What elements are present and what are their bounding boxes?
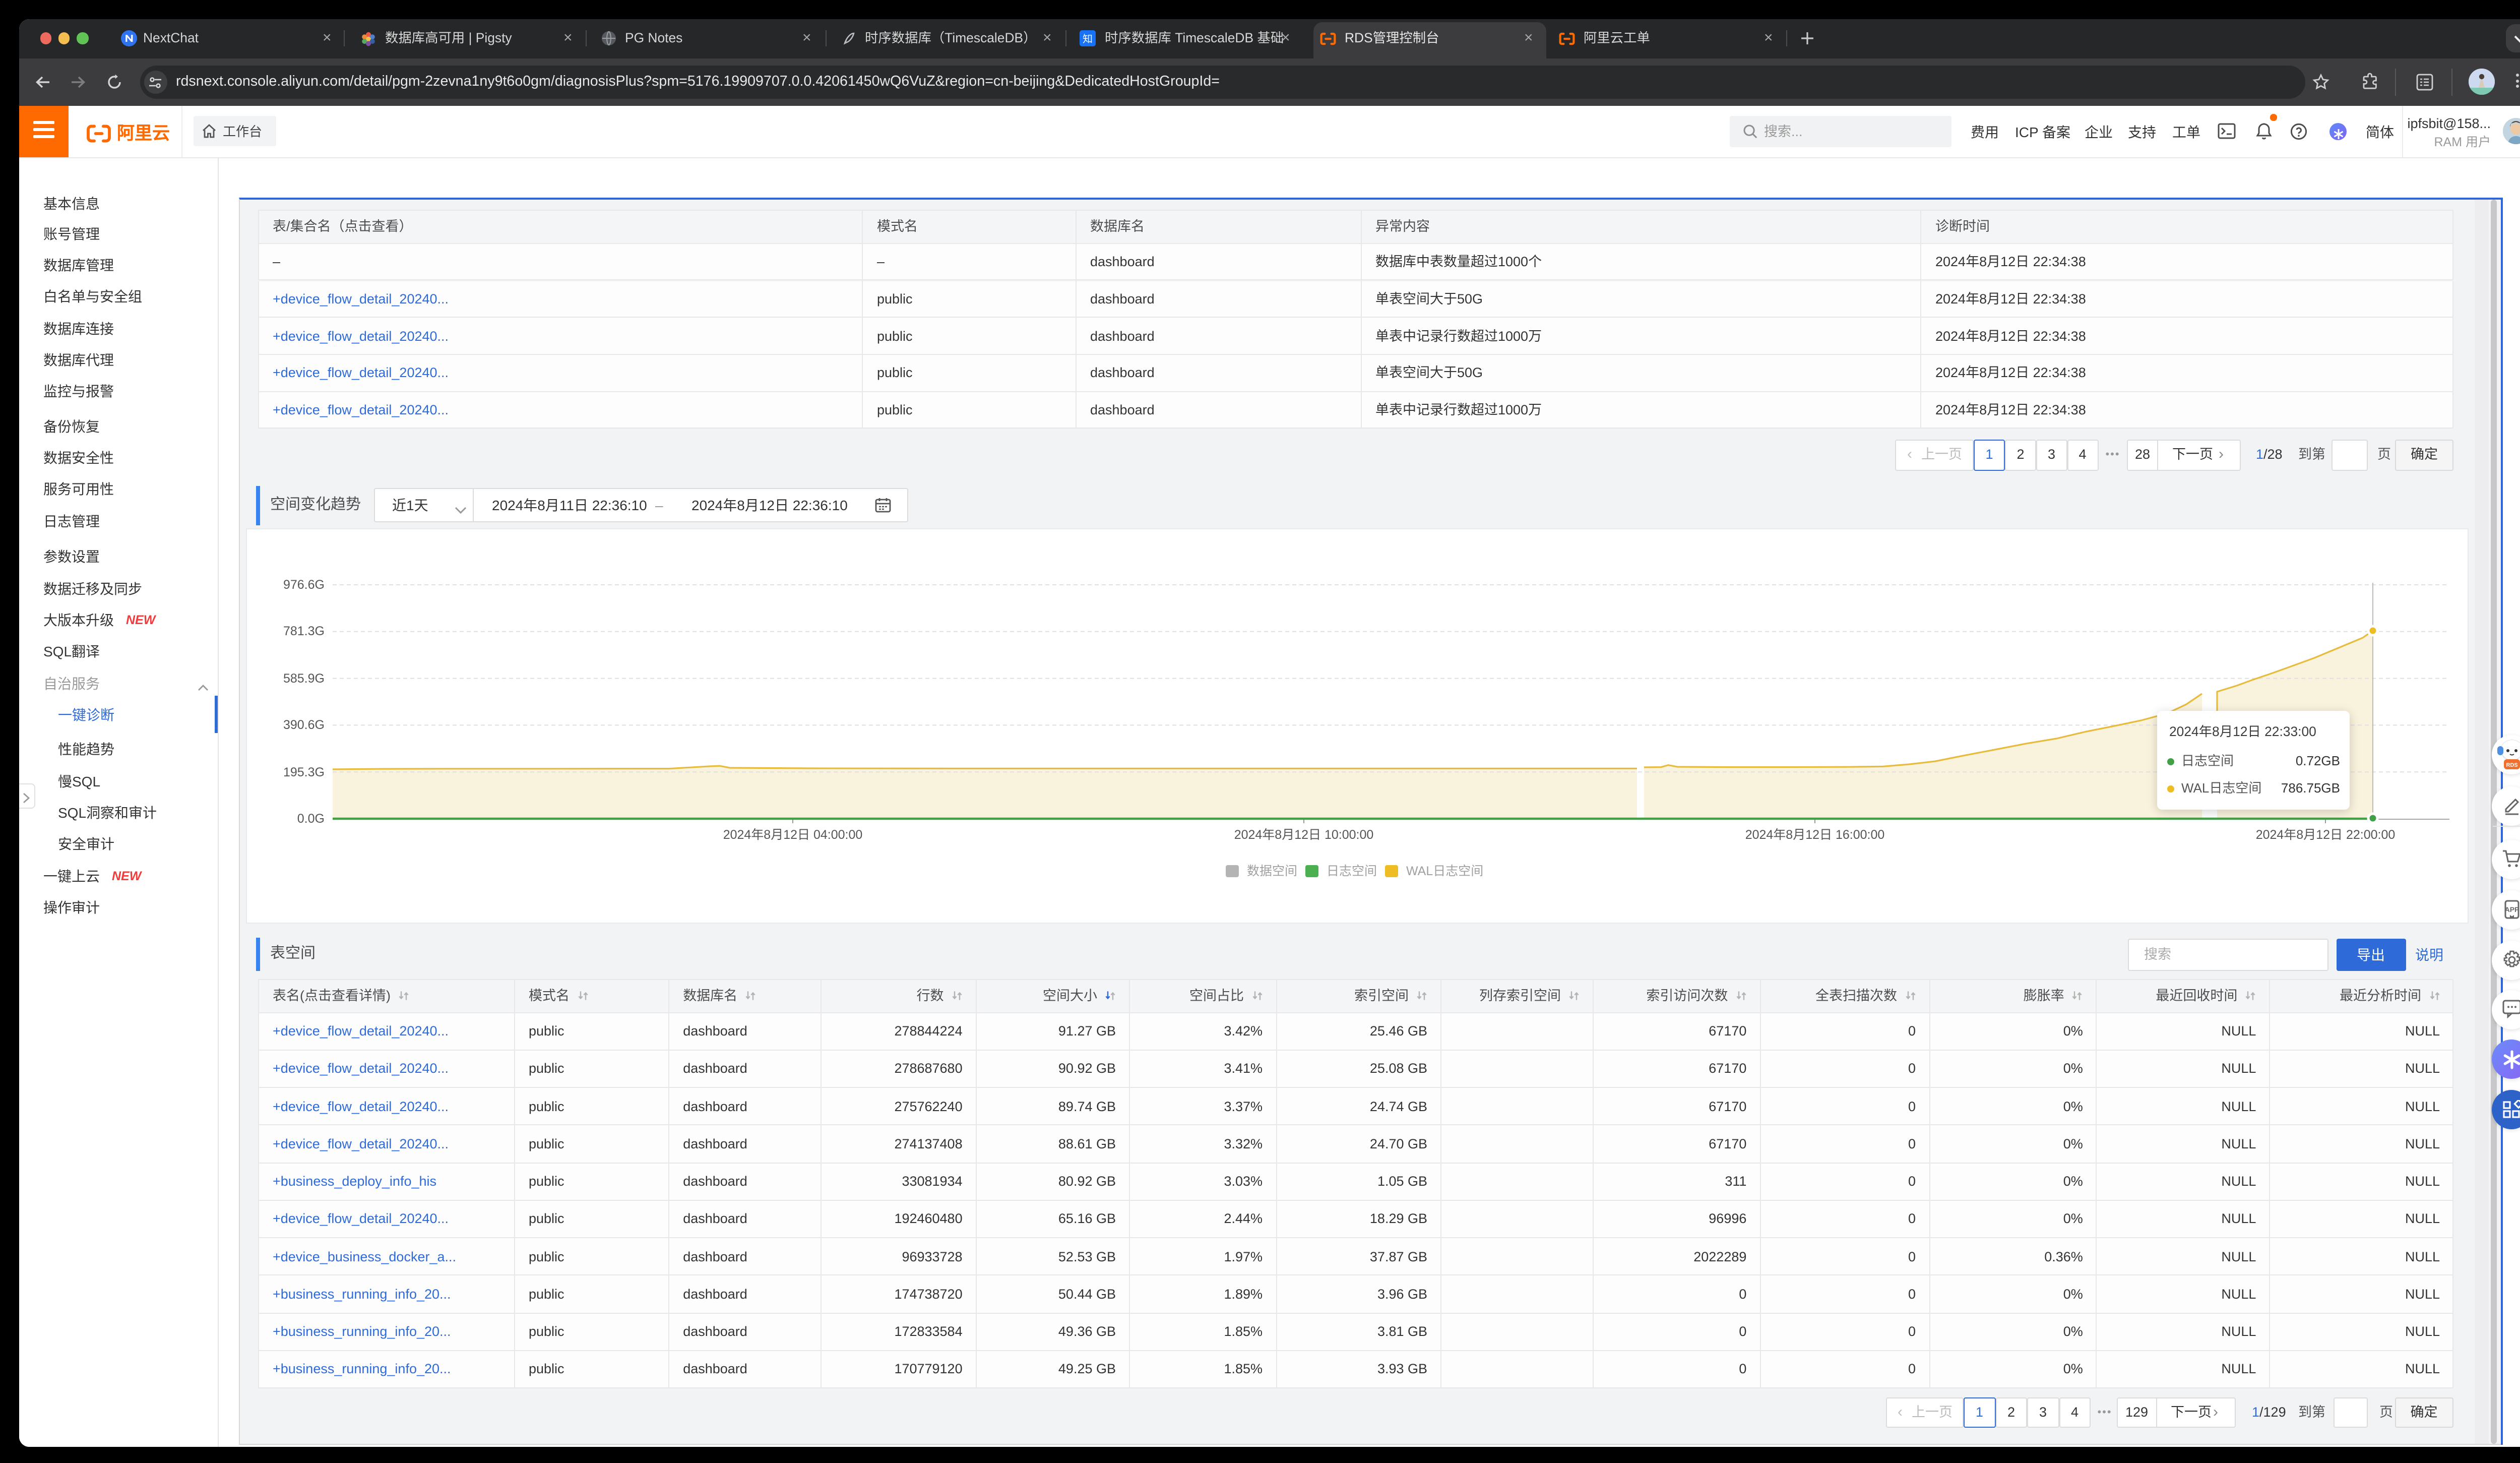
svg-text:知: 知 [1082,33,1092,44]
svg-text:APP: APP [2504,905,2519,913]
svg-text:RDS: RDS [2505,762,2517,768]
